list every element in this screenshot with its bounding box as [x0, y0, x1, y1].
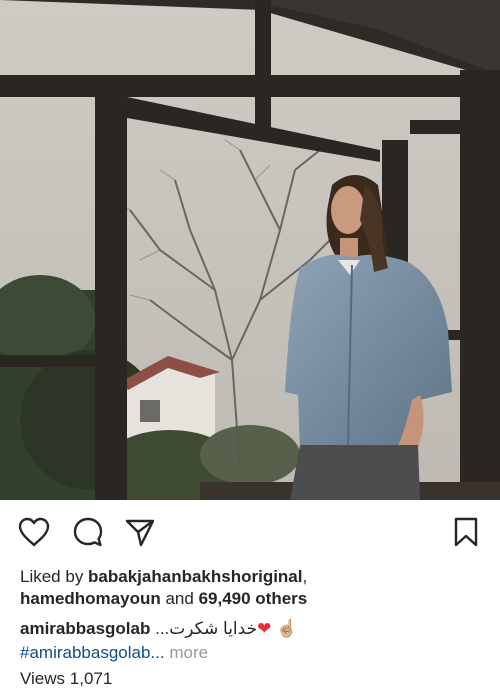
- caption-hashtag-line: #amirabbasgolab... more: [20, 642, 490, 664]
- like-button[interactable]: [18, 516, 50, 548]
- likes-others-count[interactable]: 69,490 others: [199, 589, 308, 608]
- liker-username-1[interactable]: babakjahanbakhshoriginal: [88, 567, 302, 586]
- likes-middle: and: [160, 589, 199, 608]
- likes-summary: Liked by babakjahanbakhshoriginal, hamedh…: [20, 566, 490, 610]
- post-action-bar: [0, 500, 500, 562]
- post-caption: amirabbasgolab خدایا شکرت...❤ ☝🏼: [20, 618, 490, 640]
- likes-separator: ,: [302, 567, 308, 586]
- heart-outline-icon: [18, 517, 50, 547]
- post-photo[interactable]: [0, 0, 500, 500]
- likes-prefix: Liked by: [20, 567, 89, 586]
- paper-plane-icon: [125, 519, 155, 547]
- caption-text: خدایا شکرت...: [155, 619, 258, 638]
- more-link[interactable]: more: [169, 643, 208, 662]
- views-count: Views 1,071: [20, 669, 113, 688]
- hashtag-link[interactable]: #amirabbasgolab...: [20, 643, 165, 662]
- caption-username[interactable]: amirabbasgolab: [20, 619, 150, 638]
- comment-bubble-icon: [73, 517, 103, 547]
- pointing-hand-emoji: ☝🏼: [276, 619, 298, 638]
- comment-button[interactable]: [72, 516, 104, 548]
- post-image: [0, 0, 500, 500]
- heart-emoji: ❤: [257, 619, 272, 638]
- bookmark-icon: [454, 517, 478, 547]
- save-button[interactable]: [450, 516, 482, 548]
- share-button[interactable]: [124, 516, 156, 548]
- liker-username-2[interactable]: hamedhomayoun: [20, 589, 161, 608]
